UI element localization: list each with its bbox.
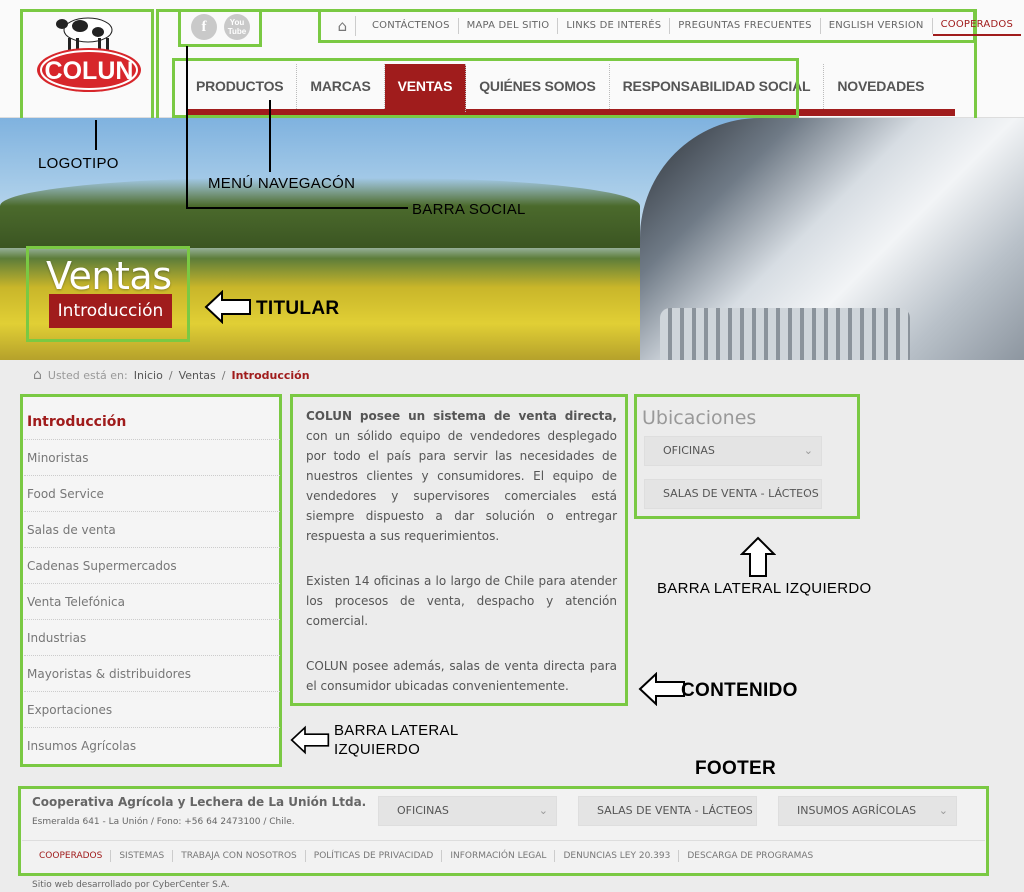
ubicaciones-salas-label: SALAS DE VENTA - LÁCTEOS xyxy=(663,487,819,500)
footer-link-sistemas[interactable]: SISTEMAS xyxy=(111,850,174,862)
breadcrumb-separator-icon: / xyxy=(168,368,173,382)
content-paragraph-1-text: con un sólido equipo de vendedores despl… xyxy=(306,429,617,543)
chevron-down-icon: ⌄ xyxy=(738,804,748,817)
chevron-down-icon: ⌄ xyxy=(938,804,948,817)
annotation-contenido: CONTENIDO xyxy=(681,680,798,701)
content-paragraph-3: COLUN posee además, salas de venta direc… xyxy=(306,659,617,693)
chevron-down-icon: ⌄ xyxy=(538,804,548,817)
home-icon[interactable]: ⌂ xyxy=(330,16,356,36)
breadcrumb: ⌂ Usted está en: Inicio / Ventas / Intro… xyxy=(33,366,310,384)
sidebar-item-minoristas[interactable]: Minoristas xyxy=(24,440,280,476)
ubicaciones-oficinas-select[interactable]: OFICINAS ⌄ xyxy=(644,436,822,466)
ubicaciones-arrow-icon xyxy=(740,536,776,577)
footer-org-name: Cooperativa Agrícola y Lechera de La Uni… xyxy=(32,795,367,809)
footer-link-trabaja[interactable]: TRABAJA CON NOSOTROS xyxy=(173,850,306,862)
toplink-cooperados[interactable]: COOPERADOS xyxy=(932,17,1021,36)
sidebar-item-salas-de-venta[interactable]: Salas de venta xyxy=(24,512,280,548)
footer-insumos-select[interactable]: INSUMOS AGRÍCOLAS ⌄ xyxy=(778,796,957,826)
breadcrumb-ventas[interactable]: Ventas xyxy=(179,369,216,382)
page-title: Ventas xyxy=(46,254,172,298)
social-connector-horizontal xyxy=(186,207,408,209)
sidebar-item-exportaciones[interactable]: Exportaciones xyxy=(24,692,280,728)
footer-credit: Sitio web desarrollado por CyberCenter S… xyxy=(32,880,230,890)
chevron-down-icon: ⌄ xyxy=(803,444,813,457)
ubicaciones-salas-select[interactable]: SALAS DE VENTA - LÁCTEOS ⌄ xyxy=(644,479,822,509)
annotation-sidebar-left-line1: BARRA LATERAL xyxy=(334,722,459,739)
footer-salas-label: SALAS DE VENTA - LÁCTEOS xyxy=(597,804,753,817)
menu-connector xyxy=(269,100,271,172)
titular-arrow-icon xyxy=(204,290,251,324)
toplink-mapa[interactable]: MAPA DEL SITIO xyxy=(459,18,559,34)
annotation-sidebar-left-line2: IZQUIERDO xyxy=(334,741,421,758)
annotation-sidebar-right: BARRA LATERAL IZQUIERDO xyxy=(657,580,872,597)
annotation-titular: TITULAR xyxy=(256,298,340,319)
toplink-preguntas[interactable]: PREGUNTAS FRECUENTES xyxy=(670,18,821,34)
contenido-arrow-icon xyxy=(638,672,685,706)
top-links: ⌂ CONTÁCTENOS MAPA DEL SITIO LINKS DE IN… xyxy=(330,16,1021,36)
colun-logo[interactable]: COLUN xyxy=(36,10,142,94)
chevron-down-icon: ⌄ xyxy=(803,487,813,500)
sidebar-item-cadenas[interactable]: Cadenas Supermercados xyxy=(24,548,280,584)
footer-divider xyxy=(22,840,985,841)
content-paragraph-2: Existen 14 oficinas a lo largo de Chile … xyxy=(306,574,617,628)
footer-salas-select[interactable]: SALAS DE VENTA - LÁCTEOS ⌄ xyxy=(578,796,757,826)
sidebar-left-arrow-icon xyxy=(290,725,330,755)
youtube-icon-bottom: Tube xyxy=(227,27,247,36)
toplink-english[interactable]: ENGLISH VERSION xyxy=(821,18,933,34)
nav-novedades[interactable]: NOVEDADES xyxy=(824,64,937,109)
sidebar-item-venta-telefonica[interactable]: Venta Telefónica xyxy=(24,584,280,620)
sidebar-item-introduccion[interactable]: Introducción xyxy=(24,404,280,440)
annotation-menu: MENÚ NAVEGACÓN xyxy=(208,175,356,192)
footer-link-privacidad[interactable]: POLÍTICAS DE PRIVACIDAD xyxy=(306,850,443,862)
content-paragraph-1: COLUN posee un sistema de venta directa,… xyxy=(306,406,617,546)
nav-annotation-box xyxy=(172,58,799,118)
footer-link-denuncias[interactable]: DENUNCIAS LEY 20.393 xyxy=(555,850,680,862)
footer-link-descarga[interactable]: DESCARGA DE PROGRAMAS xyxy=(679,850,821,862)
sidebar-item-mayoristas[interactable]: Mayoristas & distribuidores xyxy=(24,656,280,692)
youtube-icon-top: You xyxy=(229,18,245,27)
footer-address: Esmeralda 641 - La Unión / Fono: +56 64 … xyxy=(32,817,295,827)
facebook-icon[interactable]: f xyxy=(191,14,217,40)
footer-insumos-label: INSUMOS AGRÍCOLAS xyxy=(797,804,917,817)
logo-text: COLUN xyxy=(45,57,134,85)
sidebar-item-industrias[interactable]: Industrias xyxy=(24,620,280,656)
ubicaciones-title: Ubicaciones xyxy=(642,407,757,429)
social-connector-vertical xyxy=(186,46,188,208)
breadcrumb-prefix: Usted está en: xyxy=(47,368,128,382)
toplink-contactenos[interactable]: CONTÁCTENOS xyxy=(364,18,459,34)
toplink-links[interactable]: LINKS DE INTERÉS xyxy=(558,18,671,34)
sidebar-item-food-service[interactable]: Food Service xyxy=(24,476,280,512)
footer-link-legal[interactable]: INFORMACIÓN LEGAL xyxy=(442,850,556,862)
footer-oficinas-select[interactable]: OFICINAS ⌄ xyxy=(378,796,557,826)
breadcrumb-inicio[interactable]: Inicio xyxy=(134,369,163,382)
sidebar-menu: Introducción Minoristas Food Service Sal… xyxy=(24,404,280,764)
home-icon[interactable]: ⌂ xyxy=(33,367,42,383)
footer-links: COOPERADOS SISTEMAS TRABAJA CON NOSOTROS… xyxy=(32,849,821,863)
annotation-logotipo: LOGOTIPO xyxy=(38,155,119,172)
content-lead: COLUN posee un sistema de venta directa, xyxy=(306,409,617,423)
youtube-icon[interactable]: You Tube xyxy=(224,14,250,40)
page-subtitle: Introducción xyxy=(49,294,172,328)
breadcrumb-current: Introducción xyxy=(231,368,310,382)
annotation-social: BARRA SOCIAL xyxy=(412,201,526,218)
main-content: COLUN posee un sistema de venta directa,… xyxy=(306,406,617,721)
logotipo-connector xyxy=(95,120,97,150)
annotation-footer: FOOTER xyxy=(695,758,776,779)
hero-truck-grill xyxy=(660,308,910,360)
breadcrumb-separator-icon: / xyxy=(221,368,226,382)
footer-oficinas-label: OFICINAS xyxy=(397,804,449,817)
ubicaciones-oficinas-label: OFICINAS xyxy=(663,444,715,457)
footer-link-cooperados[interactable]: COOPERADOS xyxy=(32,850,112,862)
sidebar-item-insumos[interactable]: Insumos Agrícolas xyxy=(24,728,280,764)
